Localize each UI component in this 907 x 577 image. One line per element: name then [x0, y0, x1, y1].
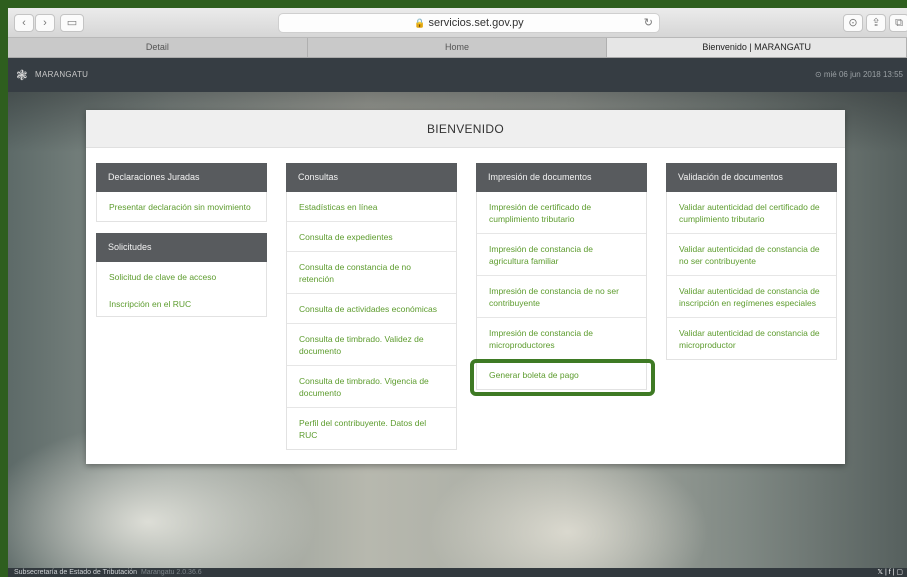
clock-icon: ⊙ [814, 70, 824, 79]
link-validar-no-contribuyente[interactable]: Validar autenticidad de constancia de no… [667, 234, 836, 276]
section-header-validacion: Validación de documentos [666, 163, 837, 192]
download-icon[interactable]: ⊙ [843, 14, 863, 32]
sidebar-icon[interactable]: ▭ [60, 14, 84, 32]
panel-title: BIENVENIDO [86, 110, 845, 148]
tab-home[interactable]: Home [308, 38, 608, 57]
link-constancia-no-retencion[interactable]: Consulta de constancia de no retención [287, 252, 456, 294]
link-microproductores[interactable]: Impresión de constancia de microproducto… [477, 318, 646, 360]
column-impresion: Impresión de documentos Impresión de cer… [476, 163, 647, 390]
marangatu-logo-icon[interactable]: ❃ [16, 67, 28, 84]
link-no-ser-contribuyente[interactable]: Impresión de constancia de no ser contri… [477, 276, 646, 318]
link-generar-boleta[interactable]: Generar boleta de pago [477, 360, 646, 389]
footer-version: Marangatu 2.0.36.6 [140, 569, 202, 576]
lock-icon: 🔒 [414, 18, 426, 28]
datetime: ⊙ mié 06 jun 2018 13:55 [814, 70, 903, 79]
column-declaraciones: Declaraciones Juradas Presentar declarac… [96, 163, 267, 317]
section-header-declaraciones: Declaraciones Juradas [96, 163, 267, 192]
link-validar-microproductor[interactable]: Validar autenticidad de constancia de mi… [667, 318, 836, 359]
link-actividades-economicas[interactable]: Consulta de actividades económicas [287, 294, 456, 324]
link-consulta-expedientes[interactable]: Consulta de expedientes [287, 222, 456, 252]
column-consultas: Consultas Estadísticas en línea Consulta… [286, 163, 457, 450]
section-header-impresion: Impresión de documentos [476, 163, 647, 192]
share-icon[interactable]: ⇪ [866, 14, 886, 32]
back-icon[interactable]: ‹ [14, 14, 34, 32]
link-timbrado-vigencia[interactable]: Consulta de timbrado. Vigencia de docume… [287, 366, 456, 408]
link-validar-regimenes[interactable]: Validar autenticidad de constancia de in… [667, 276, 836, 318]
app-header: ❃ MARANGATU ⊙ mié 06 jun 2018 13:55 [8, 58, 907, 92]
welcome-panel: BIENVENIDO Declaraciones Juradas Present… [86, 110, 845, 464]
section-header-solicitudes: Solicitudes [96, 233, 267, 262]
link-solicitud-clave[interactable]: Solicitud de clave de acceso [97, 262, 266, 289]
browser-window: ‹ › ▭ 🔒 servicios.set.gov.py ↻ ⊙ ⇪ ⧉ Deta… [8, 8, 907, 577]
reload-icon[interactable]: ↻ [644, 14, 653, 32]
forward-icon[interactable]: › [35, 14, 55, 32]
link-validar-certificado[interactable]: Validar autenticidad del certificado de … [667, 192, 836, 234]
tab-bienvenido[interactable]: Bienvenido | MARANGATU [607, 38, 907, 57]
section-list-consultas: Estadísticas en línea Consulta de expedi… [286, 192, 457, 450]
link-perfil-contribuyente[interactable]: Perfil del contribuyente. Datos del RUC [287, 408, 456, 449]
url-text: servicios.set.gov.py [428, 17, 524, 29]
footer: Subsecretaría de Estado de Tributación Ma… [8, 568, 907, 577]
app-logo-text[interactable]: MARANGATU [35, 70, 88, 79]
tab-detail[interactable]: Detail [8, 38, 308, 57]
link-estadisticas[interactable]: Estadísticas en línea [287, 192, 456, 222]
social-links[interactable]: 𝕏 | f | ▢ [877, 568, 903, 577]
link-certificado-cumplimiento[interactable]: Impresión de certificado de cumplimiento… [477, 192, 646, 234]
browser-tabs: Detail Home Bienvenido | MARANGATU [8, 38, 907, 58]
section-list-impresion: Impresión de certificado de cumplimiento… [476, 192, 647, 390]
browser-toolbar: ‹ › ▭ 🔒 servicios.set.gov.py ↻ ⊙ ⇪ ⧉ [8, 8, 907, 38]
section-list-declaraciones: Presentar declaración sin movimiento [96, 192, 267, 222]
tabs-overview-icon[interactable]: ⧉ [889, 14, 907, 32]
section-list-validacion: Validar autenticidad del certificado de … [666, 192, 837, 360]
column-validacion: Validación de documentos Validar autenti… [666, 163, 837, 360]
footer-org: Subsecretaría de Estado de Tributación [14, 569, 137, 576]
link-agricultura-familiar[interactable]: Impresión de constancia de agricultura f… [477, 234, 646, 276]
section-header-consultas: Consultas [286, 163, 457, 192]
link-presentar-declaracion[interactable]: Presentar declaración sin movimiento [97, 192, 266, 221]
address-bar[interactable]: 🔒 servicios.set.gov.py ↻ [278, 13, 660, 33]
link-timbrado-validez[interactable]: Consulta de timbrado. Validez de documen… [287, 324, 456, 366]
section-list-solicitudes: Solicitud de clave de acceso Inscripción… [96, 262, 267, 317]
link-inscripcion-ruc[interactable]: Inscripción en el RUC [97, 289, 266, 316]
